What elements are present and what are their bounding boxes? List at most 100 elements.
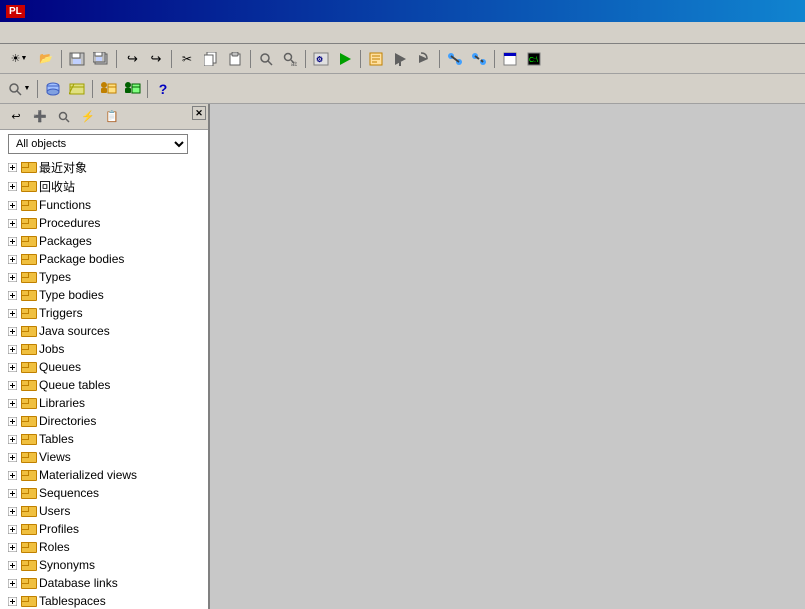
tree-item-label: 最近对象 — [39, 159, 87, 176]
expand-icon[interactable] — [4, 575, 20, 591]
expand-icon[interactable] — [4, 269, 20, 285]
expand-icon[interactable] — [4, 179, 20, 195]
tree-item-label: Libraries — [39, 396, 85, 410]
tree-item-materialized-views[interactable]: Materialized views — [0, 466, 208, 484]
tree-item-views[interactable]: Views — [0, 448, 208, 466]
save-button[interactable] — [66, 48, 88, 70]
tree-item-tables[interactable]: Tables — [0, 430, 208, 448]
disconnect-button[interactable] — [468, 48, 490, 70]
tree-item-label: Procedures — [39, 216, 100, 230]
panel-action-btn[interactable]: ⚡ — [77, 106, 99, 128]
menu-help[interactable] — [122, 31, 134, 35]
copy-button[interactable] — [200, 48, 222, 70]
browser-button[interactable] — [499, 48, 521, 70]
cut-button[interactable]: ✂ — [176, 48, 198, 70]
tree-item-tablespaces[interactable]: Tablespaces — [0, 592, 208, 609]
tree-item-users[interactable]: Users — [0, 502, 208, 520]
tree-item-triggers[interactable]: Triggers — [0, 304, 208, 322]
menu-file[interactable] — [2, 31, 14, 35]
expand-icon[interactable] — [4, 467, 20, 483]
tree-item-functions[interactable]: Functions — [0, 196, 208, 214]
expand-icon[interactable] — [4, 485, 20, 501]
tree-item-jobs[interactable]: Jobs — [0, 340, 208, 358]
expand-icon[interactable] — [4, 503, 20, 519]
expand-icon[interactable] — [4, 233, 20, 249]
menu-window[interactable] — [110, 31, 122, 35]
left-panel: ↩ ➕ ⚡ 📋 ✕ All objects 最近对象回收站Functions Pr… — [0, 104, 210, 609]
command-button[interactable]: C:\ — [523, 48, 545, 70]
explain-button[interactable] — [365, 48, 387, 70]
panel-add-btn[interactable]: ➕ — [29, 106, 51, 128]
expand-icon[interactable] — [4, 431, 20, 447]
open-file-btn[interactable] — [97, 78, 119, 100]
tree-item-sequences[interactable]: Sequences — [0, 484, 208, 502]
save-file-btn[interactable] — [121, 78, 143, 100]
object-type-dropdown[interactable]: All objects — [8, 134, 188, 154]
tree-item-package-bodies[interactable]: Package bodies — [0, 250, 208, 268]
expand-icon[interactable] — [4, 359, 20, 375]
undo-button[interactable]: ↩ — [121, 48, 143, 70]
tree-item-database-links[interactable]: Database links — [0, 574, 208, 592]
tree-item-synonyms[interactable]: Synonyms — [0, 556, 208, 574]
expand-icon[interactable] — [4, 557, 20, 573]
menu-macro[interactable] — [74, 31, 86, 35]
step-over-button[interactable] — [413, 48, 435, 70]
expand-icon[interactable] — [4, 341, 20, 357]
step-into-button[interactable] — [389, 48, 411, 70]
tree-item-directories[interactable]: Directories — [0, 412, 208, 430]
tree-item-queues[interactable]: Queues — [0, 358, 208, 376]
search-connection-button[interactable]: ▼ — [5, 78, 33, 100]
tree-item-java-sources[interactable]: Java sources — [0, 322, 208, 340]
find-button[interactable] — [255, 48, 277, 70]
expand-icon[interactable] — [4, 539, 20, 555]
execute-button[interactable] — [334, 48, 356, 70]
connect-button[interactable] — [444, 48, 466, 70]
expand-icon[interactable] — [4, 413, 20, 429]
panel-search-btn[interactable] — [53, 106, 75, 128]
expand-icon[interactable] — [4, 251, 20, 267]
panel-close-btn[interactable]: ✕ — [192, 106, 206, 120]
expand-icon[interactable] — [4, 215, 20, 231]
panel-back-btn[interactable]: ↩ — [5, 106, 27, 128]
panel-copy-btn[interactable]: 📋 — [101, 106, 123, 128]
compile-button[interactable]: ⚙ — [310, 48, 332, 70]
menu-project[interactable] — [14, 31, 26, 35]
tree-item-回收站[interactable]: 回收站 — [0, 177, 208, 196]
menu-edit[interactable] — [26, 31, 38, 35]
menu-tools[interactable] — [62, 31, 74, 35]
tree-item-最近对象[interactable]: 最近对象 — [0, 158, 208, 177]
expand-icon[interactable] — [4, 323, 20, 339]
paste-button[interactable] — [224, 48, 246, 70]
expand-icon[interactable] — [4, 305, 20, 321]
sep-4 — [250, 50, 251, 68]
menu-doc[interactable] — [86, 31, 98, 35]
find-replace-button[interactable]: ab — [279, 48, 301, 70]
expand-icon[interactable] — [4, 377, 20, 393]
tree-item-libraries[interactable]: Libraries — [0, 394, 208, 412]
menu-debug[interactable] — [50, 31, 62, 35]
expand-icon[interactable] — [4, 160, 20, 176]
help-button[interactable]: ? — [152, 78, 174, 100]
expand-icon[interactable] — [4, 593, 20, 609]
sep-3 — [171, 50, 172, 68]
schema-btn-1[interactable] — [42, 78, 64, 100]
new-button[interactable]: ☀▼ — [5, 48, 33, 70]
menu-report[interactable] — [98, 31, 110, 35]
expand-icon[interactable] — [4, 449, 20, 465]
redo-button[interactable]: ↪ — [145, 48, 167, 70]
expand-icon[interactable] — [4, 197, 20, 213]
expand-icon[interactable] — [4, 287, 20, 303]
save-all-button[interactable] — [90, 48, 112, 70]
tree-item-queue-tables[interactable]: Queue tables — [0, 376, 208, 394]
schema-btn-2[interactable] — [66, 78, 88, 100]
expand-icon[interactable] — [4, 395, 20, 411]
tree-item-roles[interactable]: Roles — [0, 538, 208, 556]
tree-item-procedures[interactable]: Procedures — [0, 214, 208, 232]
tree-item-type-bodies[interactable]: Type bodies — [0, 286, 208, 304]
menu-session[interactable] — [38, 31, 50, 35]
expand-icon[interactable] — [4, 521, 20, 537]
tree-item-profiles[interactable]: Profiles — [0, 520, 208, 538]
open-button[interactable]: 📂 — [35, 48, 57, 70]
tree-item-types[interactable]: Types — [0, 268, 208, 286]
tree-item-packages[interactable]: Packages — [0, 232, 208, 250]
